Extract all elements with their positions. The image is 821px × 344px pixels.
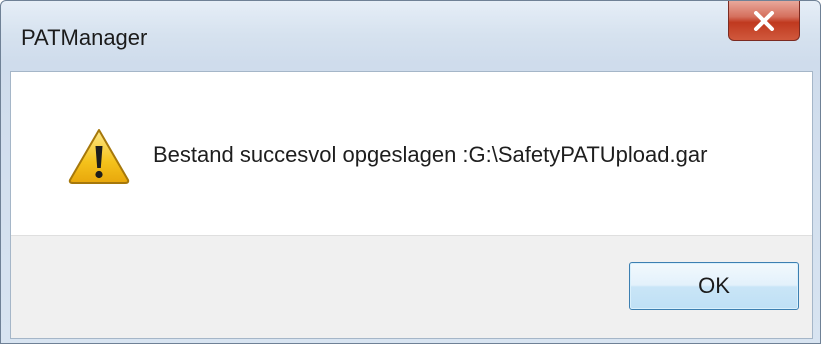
warning-icon <box>68 129 130 184</box>
title-bar[interactable]: PATManager <box>1 1 820 71</box>
message-text: Bestand succesvol opgeslagen :G:\SafetyP… <box>153 142 708 167</box>
message-dialog: PATManager Bestand succesvol opgeslagen … <box>0 0 821 344</box>
close-icon <box>754 10 774 31</box>
ok-button[interactable]: OK <box>629 262 799 310</box>
window-title: PATManager <box>21 25 148 50</box>
close-button[interactable] <box>728 1 800 41</box>
button-area: OK <box>11 235 812 338</box>
dialog-content: Bestand succesvol opgeslagen :G:\SafetyP… <box>10 71 813 339</box>
